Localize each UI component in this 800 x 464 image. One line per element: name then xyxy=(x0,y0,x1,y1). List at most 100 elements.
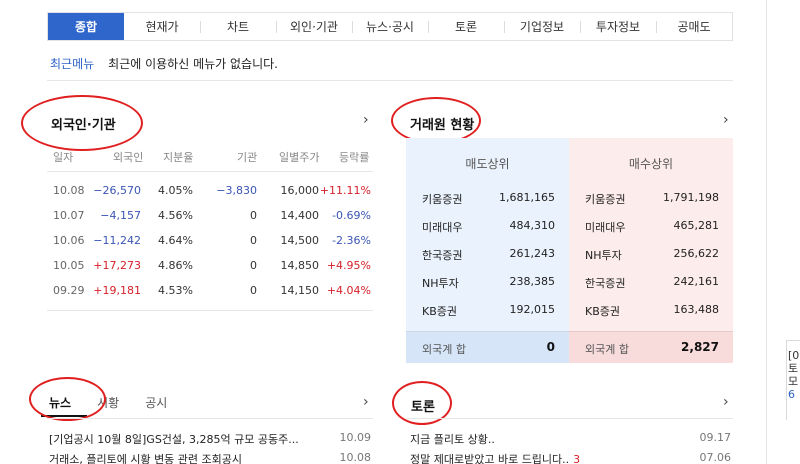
column-header-daily-price: 일별주가 xyxy=(279,151,320,164)
foreign-sum-value: 2,827 xyxy=(681,340,719,354)
chevron-right-icon[interactable]: › xyxy=(363,112,369,128)
foreign-institution-title[interactable]: 외국인·기관 xyxy=(51,114,116,133)
chevron-right-icon[interactable]: › xyxy=(723,112,729,128)
broker-row: NH투자 238,385 xyxy=(406,272,569,294)
cell-date: 10.08 xyxy=(53,184,85,197)
discussion-item[interactable]: 정말 제대로받았고 바로 드립니다.. 3 07.06 xyxy=(406,449,733,464)
broker-volume: 242,161 xyxy=(673,275,720,288)
cell-institution: 0 xyxy=(250,259,257,272)
broker-name: 키움증권 xyxy=(585,193,626,206)
cell-date: 10.05 xyxy=(53,259,85,272)
news-title-link[interactable]: 거래소, 플리토에 시황 변동 관련 조회공시 xyxy=(49,451,319,464)
column-header-foreign: 외국인 xyxy=(113,151,144,164)
broker-row: KB증권 192,015 xyxy=(406,300,569,322)
news-item[interactable]: 거래소, 플리토에 시황 변동 관련 조회공시 10.08 xyxy=(47,449,373,464)
tab-overview[interactable]: 종합 xyxy=(48,13,124,40)
discussion-title-link[interactable]: 지금 플리토 상황.. xyxy=(410,433,495,446)
tab-investment-info[interactable]: 투자정보 xyxy=(580,13,656,40)
column-header-change-rate: 등락률 xyxy=(339,151,370,164)
cell-daily-price: 14,150 xyxy=(280,284,320,297)
tab-company-info[interactable]: 기업정보 xyxy=(504,13,580,40)
broker-row: KB증권 163,488 xyxy=(569,300,733,322)
tab-market-conditions[interactable]: 시황 xyxy=(95,394,121,418)
broker-name: KB증권 xyxy=(585,305,620,318)
tab-news-disclosure[interactable]: 뉴스·공시 xyxy=(352,13,428,40)
tab-disclosures[interactable]: 공시 xyxy=(143,394,169,418)
broker-name: 키움증권 xyxy=(422,193,463,206)
news-tab-bar: 뉴스 시황 공시 xyxy=(40,394,191,418)
tab-current-price[interactable]: 현재가 xyxy=(124,13,200,40)
cell-change-rate: +11.11% xyxy=(319,184,371,197)
cell-date: 10.06 xyxy=(53,234,85,247)
cell-foreign: −4,157 xyxy=(100,209,141,222)
recent-menu-empty-message: 최근에 이용하신 메뉴가 없습니다. xyxy=(108,57,278,71)
tab-short-selling[interactable]: 공매도 xyxy=(656,13,732,40)
column-header-ratio: 지분율 xyxy=(163,151,194,164)
page-right-border xyxy=(766,0,767,464)
foreign-sum-row: 외국계 합 0 xyxy=(406,331,569,363)
cell-institution: −3,830 xyxy=(216,184,257,197)
table-row: 10.07 −4,157 4.56% 0 14,400 -0.69% xyxy=(47,204,373,228)
discussion-title-link[interactable]: 정말 제대로받았고 바로 드립니다.. xyxy=(410,453,569,464)
table-row: 09.29 +19,181 4.53% 0 14,150 +4.04% xyxy=(47,279,373,303)
cell-date: 10.07 xyxy=(53,209,85,222)
cell-foreign: −11,242 xyxy=(93,234,141,247)
side-widget-text: [0 xyxy=(788,349,800,362)
news-title-link[interactable]: [기업공시 10월 8일]GS건설, 3,285억 규모 공동주... xyxy=(49,431,319,447)
discussion-title[interactable]: 토론 xyxy=(411,396,435,415)
cell-foreign: −26,570 xyxy=(93,184,141,197)
divider xyxy=(47,80,733,81)
table-row: 10.08 −26,570 4.05% −3,830 16,000 +11.11% xyxy=(47,179,373,203)
foreign-sum-row: 외국계 합 2,827 xyxy=(569,331,733,363)
broker-row: 미래대우 484,310 xyxy=(406,216,569,238)
divider xyxy=(47,171,373,172)
cell-change-rate: +4.04% xyxy=(326,284,371,297)
discussion-item[interactable]: 지금 플리토 상황.. 09.17 xyxy=(406,429,733,447)
cut-off-side-widget: [0 토 모 6 xyxy=(786,340,800,420)
news-item[interactable]: [기업공시 10월 8일]GS건설, 3,285억 규모 공동주... 10.09 xyxy=(47,429,373,447)
broker-row: 키움증권 1,681,165 xyxy=(406,188,569,210)
sell-top-panel: 매도상위 키움증권 1,681,165 미래대우 484,310 한국증권 261,243… xyxy=(406,138,569,363)
broker-volume: 256,622 xyxy=(673,247,720,260)
foreign-sum-label: 외국계 합 xyxy=(422,343,466,356)
broker-volume: 465,281 xyxy=(673,219,720,232)
foreign-table-header: 일자 외국인 지분율 기관 일별주가 등락률 xyxy=(47,146,373,168)
cell-ratio: 4.53% xyxy=(158,284,193,297)
cell-foreign: +17,273 xyxy=(93,259,141,272)
recent-menu-label: 최근메뉴 xyxy=(50,57,95,71)
buy-top-header: 매수상위 xyxy=(628,157,674,171)
cell-institution: 0 xyxy=(250,284,257,297)
broker-status-title[interactable]: 거래원 현황 xyxy=(410,114,474,133)
cell-ratio: 4.64% xyxy=(158,234,193,247)
column-header-institution: 기관 xyxy=(237,151,258,164)
broker-row: NH투자 256,622 xyxy=(569,244,733,266)
cell-ratio: 4.05% xyxy=(158,184,193,197)
side-widget-text: 6 xyxy=(788,388,795,401)
broker-volume: 1,681,165 xyxy=(499,191,555,204)
buy-top-panel: 매수상위 키움증권 1,791,198 미래대우 465,281 NH투자 256,622… xyxy=(569,138,733,363)
chevron-right-icon[interactable]: › xyxy=(363,394,369,410)
chevron-right-icon[interactable]: › xyxy=(723,394,729,410)
broker-volume: 238,385 xyxy=(509,275,556,288)
news-date: 10.09 xyxy=(339,431,372,444)
tab-foreign-institution[interactable]: 외인·기관 xyxy=(276,13,352,40)
cell-foreign: +19,181 xyxy=(93,284,141,297)
tab-chart[interactable]: 차트 xyxy=(200,13,276,40)
stock-tab-bar: 종합 현재가 차트 외인·기관 뉴스·공시 토론 기업정보 투자정보 공매도 xyxy=(47,12,733,41)
comment-count: 3 xyxy=(573,453,581,464)
broker-row: 키움증권 1,791,198 xyxy=(569,188,733,210)
cell-daily-price: 14,500 xyxy=(280,234,320,247)
cell-change-rate: -0.69% xyxy=(332,209,371,222)
news-date: 10.08 xyxy=(339,451,372,464)
broker-name: 미래대우 xyxy=(585,221,626,234)
cell-date: 09.29 xyxy=(53,284,85,297)
table-row: 10.05 +17,273 4.86% 0 14,850 +4.95% xyxy=(47,254,373,278)
tab-news[interactable]: 뉴스 xyxy=(40,394,88,418)
tab-discussion[interactable]: 토론 xyxy=(428,13,504,40)
foreign-sum-value: 0 xyxy=(546,340,555,354)
broker-volume: 261,243 xyxy=(509,247,556,260)
cell-institution: 0 xyxy=(250,234,257,247)
cell-change-rate: +4.95% xyxy=(326,259,371,272)
foreign-sum-label: 외국계 합 xyxy=(585,343,629,356)
cell-daily-price: 14,850 xyxy=(280,259,320,272)
